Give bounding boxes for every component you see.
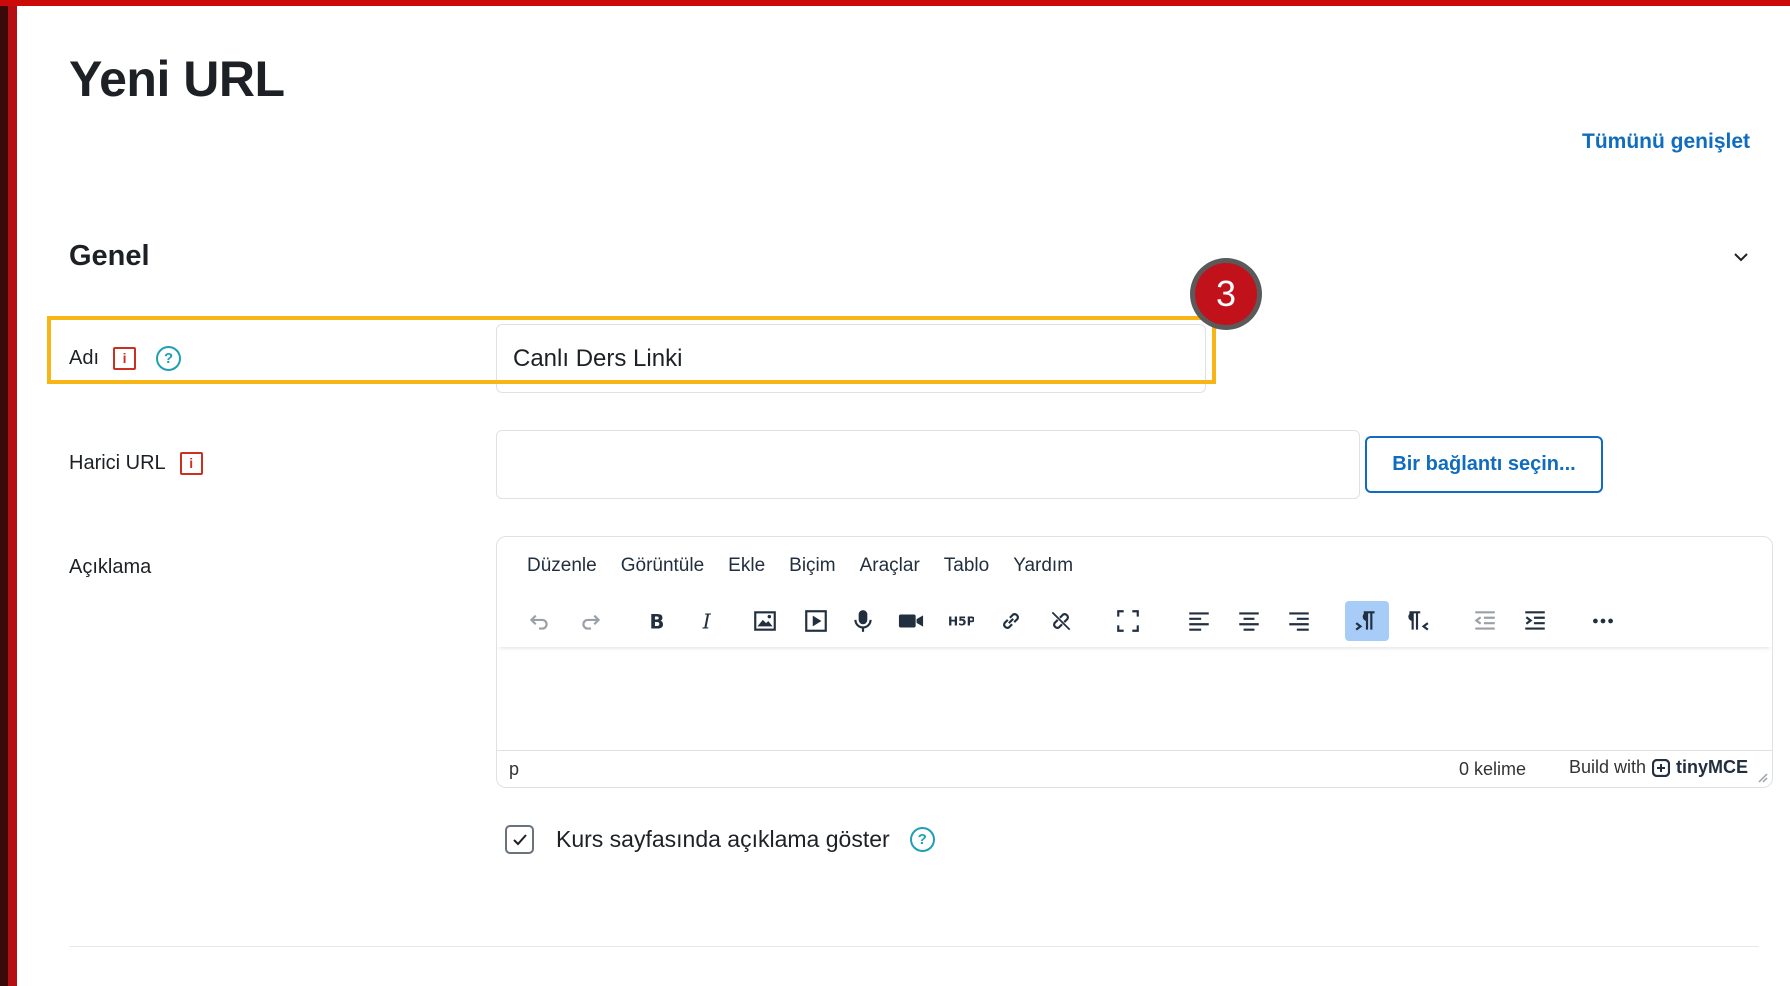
- word-count[interactable]: 0 kelime: [1459, 759, 1526, 780]
- section-title-general: Genel: [69, 240, 150, 272]
- bold-icon[interactable]: B: [634, 601, 678, 641]
- undo-icon[interactable]: [517, 601, 561, 641]
- tinymce-branding[interactable]: Build with tinyMCE: [1569, 757, 1748, 778]
- menu-item-tools[interactable]: Araçlar: [860, 555, 920, 577]
- branding-name: tinyMCE: [1676, 757, 1748, 777]
- menu-item-view[interactable]: Görüntüle: [621, 555, 704, 577]
- editor-statusbar: p 0 kelime Build with tinyMCE: [497, 750, 1772, 787]
- show-description-label: Kurs sayfasında açıklama göster: [556, 826, 890, 852]
- branding-prefix: Build with: [1568, 757, 1646, 777]
- required-icon: i: [179, 452, 203, 476]
- menu-item-edit[interactable]: Düzenle: [527, 555, 597, 577]
- annotation-highlight-box: [47, 316, 1216, 384]
- media-icon[interactable]: [794, 601, 838, 641]
- more-options-icon[interactable]: [1581, 601, 1625, 641]
- indent-icon[interactable]: [1513, 601, 1557, 641]
- choose-link-button[interactable]: Bir bağlantı seçin...: [1365, 436, 1603, 493]
- align-right-icon[interactable]: [1277, 601, 1321, 641]
- help-icon[interactable]: ?: [909, 827, 935, 852]
- svg-text:B: B: [650, 611, 665, 634]
- external-url-row: Harici URL i: [69, 452, 203, 476]
- menu-item-insert[interactable]: Ekle: [728, 555, 765, 577]
- image-icon[interactable]: [743, 601, 787, 641]
- checkmark-icon: [512, 833, 527, 845]
- editor-content-area[interactable]: [497, 649, 1772, 749]
- window-frame-left: [0, 0, 17, 986]
- step-badge-number: 3: [1195, 263, 1257, 325]
- align-center-icon[interactable]: [1227, 601, 1271, 641]
- editor-toolbar: B I H5P: [497, 595, 1772, 647]
- unlink-icon[interactable]: [1039, 601, 1083, 641]
- microphone-icon[interactable]: [841, 601, 885, 641]
- ltr-paragraph-icon[interactable]: [1345, 601, 1389, 641]
- external-url-input[interactable]: [496, 430, 1360, 499]
- redo-icon[interactable]: [569, 601, 613, 641]
- description-label: Açıklama: [69, 556, 152, 578]
- outdent-icon[interactable]: [1463, 601, 1507, 641]
- menu-item-help[interactable]: Yardım: [1013, 555, 1073, 577]
- rtl-paragraph-icon[interactable]: [1395, 601, 1439, 641]
- show-description-checkbox[interactable]: [505, 825, 534, 854]
- section-divider: [69, 946, 1759, 947]
- chevron-down-icon[interactable]: [1728, 244, 1754, 270]
- align-left-icon[interactable]: [1177, 601, 1221, 641]
- tinymce-logo-icon: [1652, 758, 1670, 777]
- rich-text-editor: Düzenle Görüntüle Ekle Biçim Araçlar Tab…: [496, 536, 1773, 788]
- resize-handle-icon[interactable]: [1756, 771, 1768, 783]
- step-badge: 3: [1190, 258, 1262, 330]
- svg-text:I: I: [702, 610, 712, 634]
- video-camera-icon[interactable]: [889, 601, 933, 641]
- element-path[interactable]: p: [509, 759, 519, 780]
- show-description-row: Kurs sayfasında açıklama göster ?: [505, 825, 935, 854]
- expand-all-link[interactable]: Tümünü genişlet: [1582, 130, 1750, 154]
- italic-icon[interactable]: I: [685, 601, 729, 641]
- svg-text:H5P: H5P: [948, 614, 974, 628]
- window-frame-top: [0, 0, 1790, 6]
- editor-menubar: Düzenle Görüntüle Ekle Biçim Araçlar Tab…: [497, 537, 1772, 595]
- h5p-icon[interactable]: H5P: [939, 601, 983, 641]
- menu-item-table[interactable]: Tablo: [944, 555, 989, 577]
- external-url-label: Harici URL: [69, 452, 166, 474]
- fullscreen-icon[interactable]: [1106, 601, 1150, 641]
- menu-item-format[interactable]: Biçim: [789, 555, 835, 577]
- link-icon[interactable]: [989, 601, 1033, 641]
- page-title: Yeni URL: [69, 51, 285, 107]
